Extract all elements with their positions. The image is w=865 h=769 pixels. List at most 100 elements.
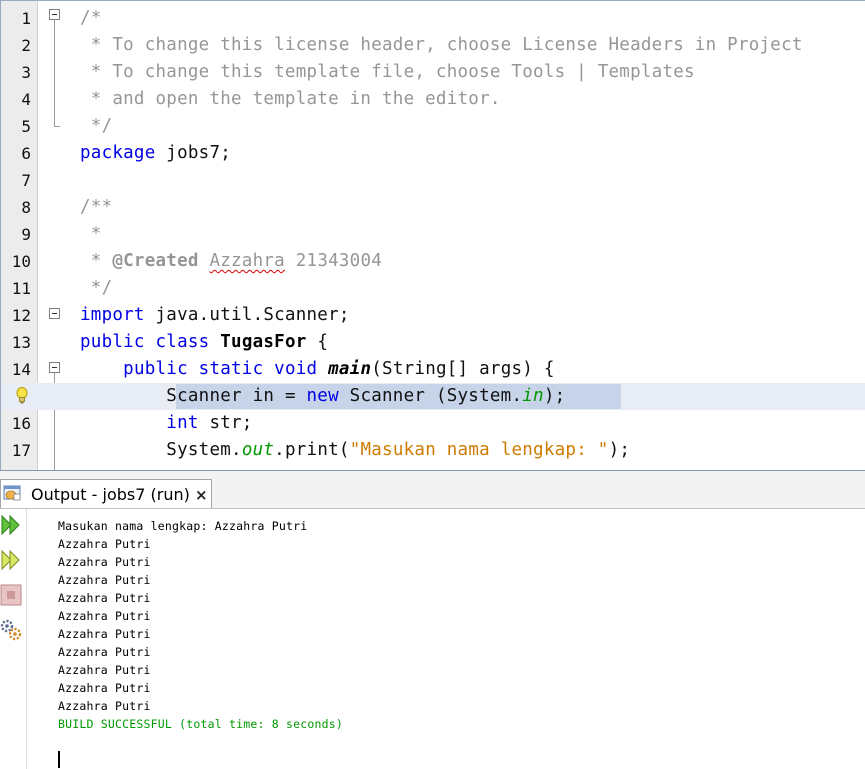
code-line[interactable]: 13 public class TugasFor { <box>1 329 865 356</box>
line-number: 6 <box>21 144 31 163</box>
keyword: class <box>155 332 210 352</box>
build-status: BUILD SUCCESSFUL (total time: 8 seconds) <box>58 717 343 731</box>
output-toolbar <box>0 509 27 769</box>
close-icon[interactable]: × <box>195 486 208 504</box>
code-text: ); <box>543 386 566 406</box>
comment <box>199 251 210 271</box>
code-text: System. <box>166 440 242 460</box>
string-literal: "Masukan nama lengkap: " <box>349 440 609 460</box>
code-line[interactable]: 9 * <box>1 221 865 248</box>
code-text: (String[] args) { <box>371 359 555 379</box>
keyword: public <box>80 332 145 352</box>
console-line: Azzahra Putri <box>58 663 151 677</box>
comment: * <box>80 251 113 271</box>
current-line[interactable]: Scanner in = new Scanner (System.in); <box>1 383 865 410</box>
output-window: Output - jobs7 (run) × Masukan nama leng… <box>0 470 865 769</box>
code-line[interactable]: 6 package jobs7; <box>1 140 865 167</box>
line-number: 2 <box>21 36 31 55</box>
comment: * <box>80 224 102 244</box>
code-line[interactable]: 8 /** <box>1 194 865 221</box>
comment: /* <box>80 8 102 28</box>
comment: 21343004 <box>284 251 383 271</box>
keyword: package <box>80 143 156 163</box>
code-line[interactable]: 11 */ <box>1 275 865 302</box>
code-text: ); <box>608 440 631 460</box>
console-line: Azzahra Putri <box>58 681 151 695</box>
code-editor[interactable]: 1 /* 2 * To change this license header, … <box>0 0 865 470</box>
console-line: Azzahra Putri <box>58 555 151 569</box>
keyword: import <box>80 305 145 325</box>
comment: /** <box>80 197 113 217</box>
code-text: Scanner (System. <box>338 386 523 406</box>
keyword: int <box>166 413 199 433</box>
line-number: 12 <box>11 306 31 325</box>
tab-output-run[interactable]: Output - jobs7 (run) × <box>0 479 212 508</box>
code-text: jobs7; <box>155 143 232 163</box>
line-number: 16 <box>11 414 31 433</box>
code-line[interactable]: 14 public static void main(String[] args… <box>1 356 865 383</box>
code-line[interactable]: 10 * @Created Azzahra 21343004 <box>1 248 865 275</box>
line-number: 1 <box>21 9 31 28</box>
code-line[interactable]: 16 int str; <box>1 410 865 437</box>
code-line[interactable]: 2 * To change this license header, choos… <box>1 32 865 59</box>
output-tab-bar: Output - jobs7 (run) × <box>0 471 865 509</box>
comment: * and open the template in the editor. <box>80 89 501 109</box>
line-number: 4 <box>21 90 31 109</box>
console-line: Masukan nama lengkap: Azzahra Putri <box>58 519 308 533</box>
code-line[interactable]: 17 System.out.print("Masukan nama lengka… <box>1 437 865 464</box>
line-number: 14 <box>11 360 31 379</box>
keyword: new <box>306 386 339 406</box>
line-number: 10 <box>11 252 31 271</box>
code-line[interactable]: 3 * To change this template file, choose… <box>1 59 865 86</box>
tab-title: Output - jobs7 (run) <box>31 485 190 504</box>
javadoc-tag: @Created <box>112 251 199 271</box>
console-line: Azzahra Putri <box>58 537 151 551</box>
comment: * To change this license header, choose … <box>80 35 803 55</box>
hint-bulb-icon[interactable] <box>16 387 28 405</box>
code-text: .print( <box>274 440 350 460</box>
console-output[interactable]: Masukan nama lengkap: Azzahra Putri Azzah… <box>58 517 343 733</box>
code-text: str; <box>198 413 253 433</box>
rerun-with-options-icon[interactable] <box>0 548 24 572</box>
static-field: out <box>241 440 275 460</box>
console-line: Azzahra Putri <box>58 699 151 713</box>
stop-icon[interactable] <box>0 583 24 607</box>
line-number: 9 <box>21 225 31 244</box>
code-line[interactable]: 4 * and open the template in the editor. <box>1 86 865 113</box>
code-text: java.util.Scanner; <box>144 305 350 325</box>
line-number: 11 <box>11 279 31 298</box>
console-line: Azzahra Putri <box>58 609 151 623</box>
line-number: 3 <box>21 63 31 82</box>
comment: * To change this template file, choose T… <box>80 62 695 82</box>
settings-icon[interactable] <box>0 618 24 642</box>
code-text: { <box>306 332 329 352</box>
output-window-icon <box>3 485 21 501</box>
code-line[interactable]: 12 import java.util.Scanner; <box>1 302 865 329</box>
rerun-icon[interactable] <box>0 513 24 537</box>
console-line: Azzahra Putri <box>58 591 151 605</box>
comment: */ <box>80 116 113 136</box>
line-number: 13 <box>11 333 31 352</box>
line-number: 8 <box>21 198 31 217</box>
line-number: 5 <box>21 117 31 136</box>
code-line[interactable]: 5 */ <box>1 113 865 140</box>
line-number: 17 <box>11 441 31 460</box>
console-line: Azzahra Putri <box>58 627 151 641</box>
static-field: in <box>522 386 544 406</box>
text-caret <box>58 751 60 768</box>
comment: */ <box>80 278 113 298</box>
class-name: TugasFor <box>220 332 307 352</box>
line-number: 7 <box>21 171 31 190</box>
code-text: Scanner in = <box>166 386 307 406</box>
keyword: public static void <box>123 359 318 379</box>
spellcheck-word[interactable]: Azzahra <box>209 251 285 271</box>
code-line[interactable]: 7 <box>1 167 865 194</box>
code-line[interactable]: 1 /* <box>1 5 865 32</box>
console-line: Azzahra Putri <box>58 573 151 587</box>
